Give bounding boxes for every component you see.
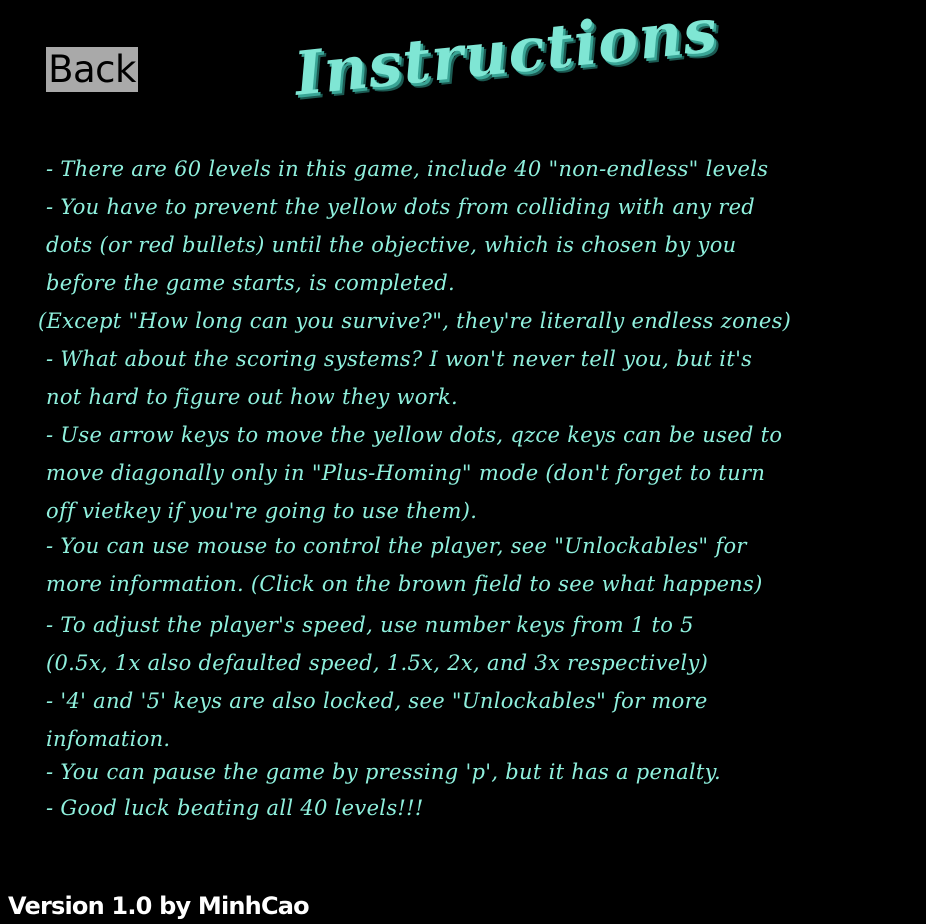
instruction-line: - What about the scoring systems? I won'… <box>46 347 753 371</box>
back-button[interactable]: Back <box>46 47 138 92</box>
instruction-line: - You have to prevent the yellow dots fr… <box>46 195 756 219</box>
instruction-line: - To adjust the player's speed, use numb… <box>46 613 694 637</box>
instruction-line: - '4' and '5' keys are also locked, see … <box>46 689 708 713</box>
instruction-line: more information. (Click on the brown fi… <box>46 572 763 596</box>
instruction-line: - Good luck beating all 40 levels!!! <box>46 796 424 820</box>
instruction-line: dots (or red bullets) until the objectiv… <box>46 233 737 257</box>
instructions-text-block: - There are 60 levels in this game, incl… <box>0 152 926 832</box>
instruction-line: (Except "How long can you survive?", the… <box>38 309 792 333</box>
instruction-line: - You can use mouse to control the playe… <box>46 534 747 558</box>
instruction-line: - Use arrow keys to move the yellow dots… <box>46 423 783 447</box>
instruction-line: - You can pause the game by pressing 'p'… <box>46 760 722 784</box>
instruction-line: not hard to figure out how they work. <box>46 385 459 409</box>
instruction-line: before the game starts, is completed. <box>46 271 455 295</box>
instruction-line: - There are 60 levels in this game, incl… <box>46 157 769 181</box>
instruction-line: off vietkey if you're going to use them)… <box>46 499 478 523</box>
instruction-line: (0.5x, 1x also defaulted speed, 1.5x, 2x… <box>46 651 709 675</box>
version-label: Version 1.0 by MinhCao <box>8 892 310 920</box>
instruction-line: infomation. <box>46 727 171 751</box>
instruction-line: move diagonally only in "Plus-Homing" mo… <box>46 461 766 485</box>
page-title: Instructions <box>291 0 722 110</box>
